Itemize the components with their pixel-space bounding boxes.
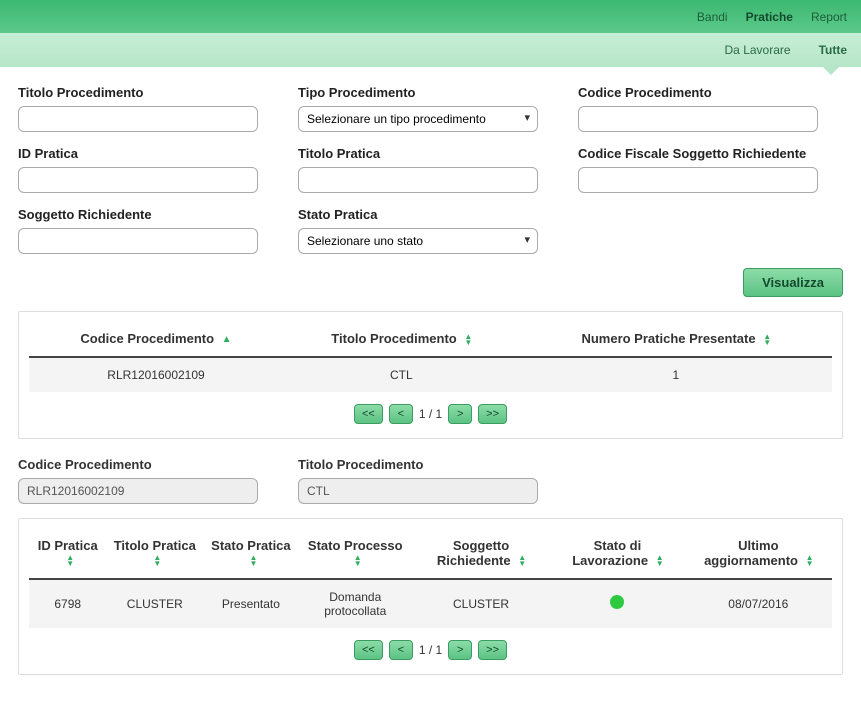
cell-codice: RLR12016002109 bbox=[29, 357, 283, 392]
col-codice-procedimento-label: Codice Procedimento bbox=[80, 331, 214, 346]
cell-titolo: CTL bbox=[283, 357, 520, 392]
procedimenti-table: Codice Procedimento ▲ Titolo Procediment… bbox=[29, 322, 832, 392]
pratiche-pager: << < 1 / 1 > >> bbox=[29, 640, 832, 660]
filter-titolo-pratica-label: Titolo Pratica bbox=[298, 146, 538, 161]
subnav-tutte[interactable]: Tutte bbox=[819, 43, 847, 57]
filter-codice-procedimento-label: Codice Procedimento bbox=[578, 85, 818, 100]
sort-icon bbox=[464, 334, 471, 346]
table-row[interactable]: 6798 CLUSTER Presentato Domanda protocol… bbox=[29, 579, 832, 628]
col-soggetto-label: Soggetto Richiedente bbox=[437, 538, 511, 567]
filter-tipo-procedimento-label: Tipo Procedimento bbox=[298, 85, 538, 100]
sort-icon bbox=[354, 555, 361, 567]
sort-icon bbox=[66, 555, 73, 567]
sort-icon bbox=[249, 555, 256, 567]
pager-prev-button[interactable]: < bbox=[389, 640, 413, 660]
col-stato-lavorazione-label: Stato di Lavorazione bbox=[572, 538, 648, 567]
filter-cf-input[interactable] bbox=[578, 167, 818, 193]
col-stato-pratica-label: Stato Pratica bbox=[211, 538, 290, 553]
filter-cf-label: Codice Fiscale Soggetto Richiedente bbox=[578, 146, 818, 161]
pager-label: 1 / 1 bbox=[419, 643, 442, 657]
detail-titolo-input bbox=[298, 478, 538, 504]
detail-codice-input bbox=[18, 478, 258, 504]
sort-icon bbox=[806, 555, 813, 567]
col-titolo-pratica[interactable]: Titolo Pratica bbox=[106, 529, 203, 579]
procedimenti-pager: << < 1 / 1 > >> bbox=[29, 404, 832, 424]
sort-asc-icon: ▲ bbox=[222, 334, 232, 345]
filter-tipo-procedimento-select[interactable]: Selezionare un tipo procedimento bbox=[298, 106, 538, 132]
pager-label: 1 / 1 bbox=[419, 407, 442, 421]
col-titolo-procedimento[interactable]: Titolo Procedimento bbox=[283, 322, 520, 357]
top-nav: Bandi Pratiche Report bbox=[0, 0, 861, 33]
filter-id-pratica-input[interactable] bbox=[18, 167, 258, 193]
status-dot-icon bbox=[610, 595, 624, 609]
col-stato-pratica[interactable]: Stato Pratica bbox=[203, 529, 298, 579]
col-id-pratica-label: ID Pratica bbox=[38, 538, 98, 553]
filter-soggetto-richiedente-input[interactable] bbox=[18, 228, 258, 254]
detail-codice-label: Codice Procedimento bbox=[18, 457, 258, 472]
cell-ultimo: 08/07/2016 bbox=[685, 579, 832, 628]
pager-first-button[interactable]: << bbox=[354, 404, 383, 424]
col-ultimo-aggiornamento-label: Ultimo aggiornamento bbox=[704, 538, 798, 567]
procedimenti-panel: Codice Procedimento ▲ Titolo Procediment… bbox=[18, 311, 843, 439]
col-stato-processo-label: Stato Processo bbox=[308, 538, 403, 553]
col-stato-processo[interactable]: Stato Processo bbox=[299, 529, 412, 579]
pager-next-button[interactable]: > bbox=[448, 404, 472, 424]
col-codice-procedimento[interactable]: Codice Procedimento ▲ bbox=[29, 322, 283, 357]
col-stato-lavorazione[interactable]: Stato di Lavorazione bbox=[550, 529, 684, 579]
cell-stato-lavorazione bbox=[550, 579, 684, 628]
filter-id-pratica-label: ID Pratica bbox=[18, 146, 258, 161]
cell-soggetto: CLUSTER bbox=[412, 579, 550, 628]
filter-titolo-pratica-input[interactable] bbox=[298, 167, 538, 193]
filter-titolo-procedimento-input[interactable] bbox=[18, 106, 258, 132]
sort-icon bbox=[763, 334, 770, 346]
col-ultimo-aggiornamento[interactable]: Ultimo aggiornamento bbox=[685, 529, 832, 579]
cell-stato-processo: Domanda protocollata bbox=[299, 579, 412, 628]
subnav-indicator-icon bbox=[823, 67, 839, 75]
col-id-pratica[interactable]: ID Pratica bbox=[29, 529, 106, 579]
table-row[interactable]: RLR12016002109 CTL 1 bbox=[29, 357, 832, 392]
nav-pratiche[interactable]: Pratiche bbox=[746, 10, 793, 24]
sort-icon bbox=[656, 555, 663, 567]
sub-nav: Da Lavorare Tutte bbox=[0, 33, 861, 67]
cell-stato-pratica: Presentato bbox=[203, 579, 298, 628]
col-soggetto[interactable]: Soggetto Richiedente bbox=[412, 529, 550, 579]
visualizza-button[interactable]: Visualizza bbox=[743, 268, 843, 297]
detail-titolo-label: Titolo Procedimento bbox=[298, 457, 538, 472]
col-numero-pratiche[interactable]: Numero Pratiche Presentate bbox=[520, 322, 832, 357]
pager-last-button[interactable]: >> bbox=[478, 404, 507, 424]
col-numero-pratiche-label: Numero Pratiche Presentate bbox=[581, 331, 755, 346]
pager-prev-button[interactable]: < bbox=[389, 404, 413, 424]
cell-titolo: CLUSTER bbox=[106, 579, 203, 628]
pager-next-button[interactable]: > bbox=[448, 640, 472, 660]
pager-first-button[interactable]: << bbox=[354, 640, 383, 660]
sort-icon bbox=[518, 555, 525, 567]
filter-stato-pratica-label: Stato Pratica bbox=[298, 207, 538, 222]
col-titolo-pratica-label: Titolo Pratica bbox=[114, 538, 196, 553]
cell-numero: 1 bbox=[520, 357, 832, 392]
filter-stato-pratica-select[interactable]: Selezionare uno stato bbox=[298, 228, 538, 254]
pratiche-panel: ID Pratica Titolo Pratica Stato Pratica … bbox=[18, 518, 843, 675]
nav-bandi[interactable]: Bandi bbox=[697, 10, 728, 24]
filter-soggetto-richiedente-label: Soggetto Richiedente bbox=[18, 207, 258, 222]
subnav-da-lavorare[interactable]: Da Lavorare bbox=[725, 43, 791, 57]
col-titolo-procedimento-label: Titolo Procedimento bbox=[331, 331, 456, 346]
cell-id: 6798 bbox=[29, 579, 106, 628]
nav-report[interactable]: Report bbox=[811, 10, 847, 24]
sort-icon bbox=[153, 555, 160, 567]
pager-last-button[interactable]: >> bbox=[478, 640, 507, 660]
filter-titolo-procedimento-label: Titolo Procedimento bbox=[18, 85, 258, 100]
filter-codice-procedimento-input[interactable] bbox=[578, 106, 818, 132]
pratiche-table: ID Pratica Titolo Pratica Stato Pratica … bbox=[29, 529, 832, 628]
